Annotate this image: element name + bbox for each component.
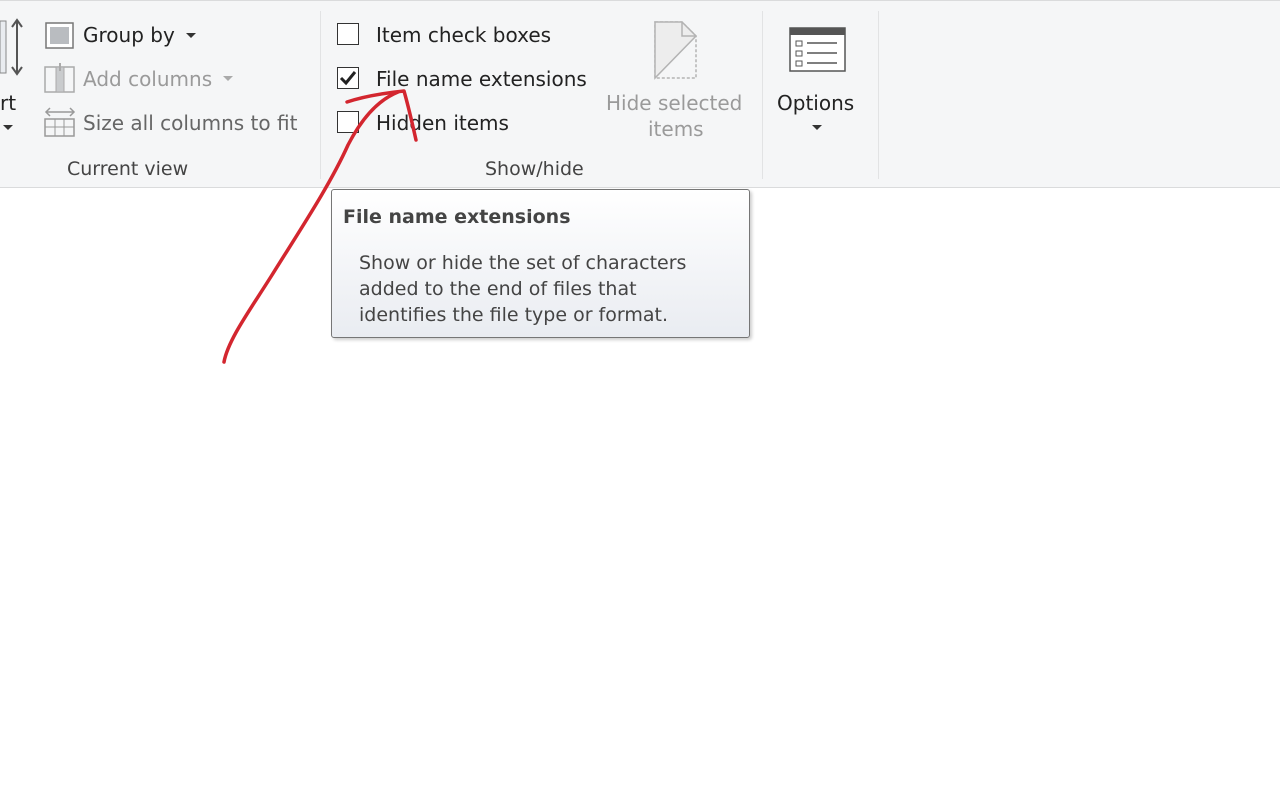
add-columns-button[interactable]: Add columns bbox=[83, 67, 212, 91]
options-dropdown-icon[interactable] bbox=[812, 125, 822, 130]
group-by-dropdown-icon[interactable] bbox=[186, 33, 196, 38]
group-by-icon bbox=[45, 22, 75, 50]
hide-selected-items-icon[interactable] bbox=[652, 21, 698, 81]
checkmark-icon bbox=[339, 71, 357, 86]
sort-by-icon[interactable] bbox=[0, 15, 26, 79]
hide-selected-items-label-line2[interactable]: items bbox=[648, 117, 704, 141]
item-check-boxes-checkbox[interactable] bbox=[337, 23, 359, 45]
file-name-extensions-tooltip: File name extensions Show or hide the se… bbox=[331, 189, 750, 338]
file-name-extensions-checkbox[interactable] bbox=[337, 67, 359, 89]
options-icon[interactable] bbox=[789, 27, 847, 73]
ribbon: rt Group by Add columns Size all columns… bbox=[0, 0, 1280, 188]
add-columns-dropdown-icon[interactable] bbox=[223, 76, 233, 81]
add-columns-icon bbox=[44, 63, 76, 93]
current-view-group-label: Current view bbox=[67, 158, 189, 180]
show-hide-group-label: Show/hide bbox=[485, 158, 584, 180]
group-separator bbox=[762, 11, 763, 179]
size-columns-icon bbox=[44, 107, 76, 137]
tooltip-body: Show or hide the set of characters added… bbox=[359, 252, 687, 326]
tooltip-title: File name extensions bbox=[343, 206, 571, 228]
options-button-label[interactable]: Options bbox=[777, 91, 854, 115]
group-separator bbox=[878, 11, 879, 179]
hide-selected-items-label-line1[interactable]: Hide selected bbox=[606, 91, 742, 115]
sort-by-button-label[interactable]: rt bbox=[0, 91, 16, 115]
item-check-boxes-label[interactable]: Item check boxes bbox=[376, 23, 551, 47]
hidden-items-checkbox[interactable] bbox=[337, 111, 359, 133]
sort-by-dropdown-icon[interactable] bbox=[3, 125, 13, 130]
size-all-columns-button[interactable]: Size all columns to fit bbox=[83, 111, 297, 135]
group-by-button[interactable]: Group by bbox=[83, 23, 175, 47]
file-name-extensions-label[interactable]: File name extensions bbox=[376, 67, 587, 91]
group-separator bbox=[320, 11, 321, 179]
hidden-items-label[interactable]: Hidden items bbox=[376, 111, 509, 135]
